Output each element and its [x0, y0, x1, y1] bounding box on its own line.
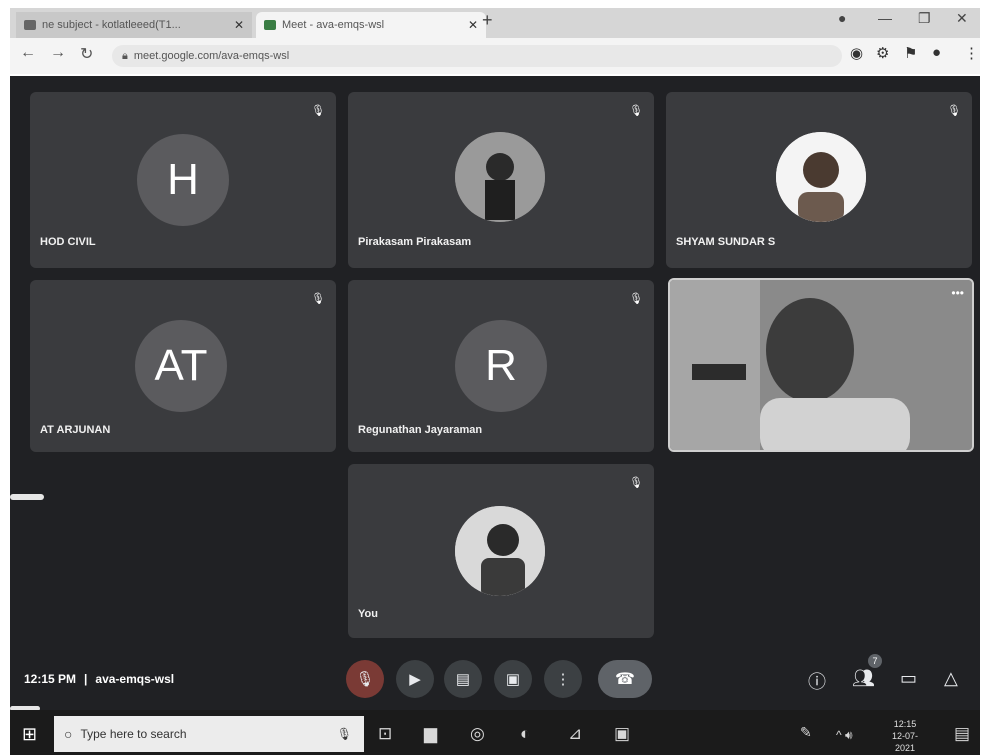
profile-icon[interactable]: ●: [932, 44, 941, 61]
mic-muted-icon: 🎙︎: [947, 104, 961, 117]
lock-icon: 🔒︎: [122, 49, 128, 62]
taskbar-clock[interactable]: 12:15 12-07-2021: [882, 718, 928, 754]
participant-video-tile[interactable]: •••: [668, 278, 974, 452]
reload-icon[interactable]: ↻: [80, 44, 93, 64]
browser-tab-inactive[interactable]: ne subject - kotlatleeed(T1... ✕: [16, 12, 252, 38]
browser-tab-bar: ne subject - kotlatleeed(T1... ✕ Meet - …: [10, 8, 980, 38]
minimize-button[interactable]: —: [878, 10, 892, 26]
avatar: H: [137, 134, 229, 226]
address-bar[interactable]: 🔒︎ meet.google.com/ava-emqs-wsl: [112, 45, 842, 67]
mic-muted-icon: 🎙︎: [629, 104, 643, 117]
avatar-photo: [455, 506, 545, 596]
acrobat-icon[interactable]: ⊿: [568, 724, 582, 744]
meeting-time: 12:15 PM: [24, 672, 77, 686]
new-tab-button[interactable]: +: [482, 10, 493, 31]
menu-icon[interactable]: ⋮: [964, 44, 979, 62]
chrome-icon[interactable]: ◎: [470, 724, 485, 744]
app-icon[interactable]: ▣: [614, 724, 630, 744]
camera-permission-icon[interactable]: ◉: [850, 44, 863, 62]
participant-count-badge: 7: [868, 654, 882, 668]
more-options-icon[interactable]: •••: [951, 286, 964, 300]
mic-muted-icon: 🎙︎: [311, 292, 325, 305]
extension-icon[interactable]: ⚑: [904, 44, 917, 62]
tab-label: ne subject - kotlatleeed(T1...: [42, 19, 181, 31]
captions-button[interactable]: ▤: [444, 660, 482, 698]
camera-toggle-button[interactable]: ▶: [396, 660, 434, 698]
microphone-icon[interactable]: 🎙︎: [337, 727, 352, 741]
participant-tile[interactable]: 🎙︎ AT AT ARJUNAN: [30, 280, 336, 452]
participant-name: HOD CIVIL: [40, 236, 96, 248]
taskbar-search-box[interactable]: ○ Type here to search 🎙︎: [54, 716, 364, 752]
participant-tile[interactable]: 🎙︎ R Regunathan Jayaraman: [348, 280, 654, 452]
pen-icon[interactable]: ✎: [800, 724, 812, 741]
participant-tile[interactable]: 🎙︎ SHYAM SUNDAR S: [666, 92, 972, 268]
system-tray-icons[interactable]: ^ 🔊︎: [836, 728, 853, 743]
participant-video: [670, 280, 972, 450]
avatar-photo: [455, 132, 545, 222]
url-text: meet.google.com/ava-emqs-wsl: [133, 50, 290, 62]
meeting-details: 12:15 PM | ava-emqs-wsl: [24, 672, 174, 686]
participant-name: Regunathan Jayaraman: [358, 424, 483, 436]
people-icon[interactable]: 👥︎: [852, 668, 875, 689]
separator: |: [84, 672, 88, 686]
participant-name: Pirakasam Pirakasam: [358, 236, 472, 248]
search-placeholder: Type here to search: [80, 727, 187, 741]
close-window-button[interactable]: ✕: [956, 10, 968, 27]
avatar: AT: [135, 320, 227, 412]
file-explorer-icon[interactable]: ▆: [424, 724, 437, 744]
close-tab-icon[interactable]: ✕: [234, 18, 244, 32]
extension-icon[interactable]: ⚙: [876, 44, 889, 62]
meeting-code: ava-emqs-wsl: [95, 672, 175, 686]
gmail-icon: [24, 20, 36, 30]
more-options-button[interactable]: ⋮: [544, 660, 582, 698]
tab-label: Meet - ava-emqs-wsl: [282, 19, 385, 31]
participant-name: AT ARJUNAN: [40, 424, 111, 436]
forward-icon[interactable]: →: [50, 44, 66, 62]
mic-muted-icon: 🎙︎: [311, 104, 325, 117]
chat-icon[interactable]: ▭: [900, 668, 917, 689]
clock-time: 12:15: [893, 719, 917, 729]
leave-call-button[interactable]: ☎: [598, 660, 652, 698]
present-button[interactable]: ▣: [494, 660, 532, 698]
close-tab-icon[interactable]: ✕: [468, 18, 478, 32]
search-icon: ○: [64, 726, 73, 742]
screen-edge-marker: [10, 494, 44, 500]
participant-name: SHYAM SUNDAR S: [676, 236, 776, 248]
mic-muted-icon: 🎙︎: [629, 292, 643, 305]
info-icon[interactable]: ⓘ: [808, 668, 826, 694]
participant-tile[interactable]: 🎙︎ Pirakasam Pirakasam: [348, 92, 654, 268]
back-icon[interactable]: ←: [20, 44, 36, 62]
avatar: R: [455, 320, 547, 412]
meet-icon: [264, 20, 276, 30]
task-view-icon[interactable]: ⊡: [378, 724, 392, 744]
app-icon[interactable]: ◐: [520, 724, 530, 744]
activities-icon[interactable]: △: [944, 668, 958, 689]
clock-date: 12-07-2021: [891, 731, 918, 753]
participant-name: You: [358, 608, 378, 620]
participant-tile-self[interactable]: 🎙︎ You: [348, 464, 654, 638]
mic-muted-icon: 🎙︎: [629, 476, 643, 489]
maximize-button[interactable]: ❐: [918, 10, 931, 27]
participant-tile[interactable]: 🎙︎ H HOD CIVIL: [30, 92, 336, 268]
browser-tab-active[interactable]: Meet - ava-emqs-wsl ✕: [256, 12, 486, 38]
mic-toggle-button[interactable]: 🎙︎: [346, 660, 384, 698]
account-icon[interactable]: ●: [838, 10, 846, 26]
windows-start-icon[interactable]: ⊞: [22, 724, 37, 745]
notifications-icon[interactable]: ▤: [954, 724, 970, 744]
avatar-photo: [776, 132, 866, 222]
